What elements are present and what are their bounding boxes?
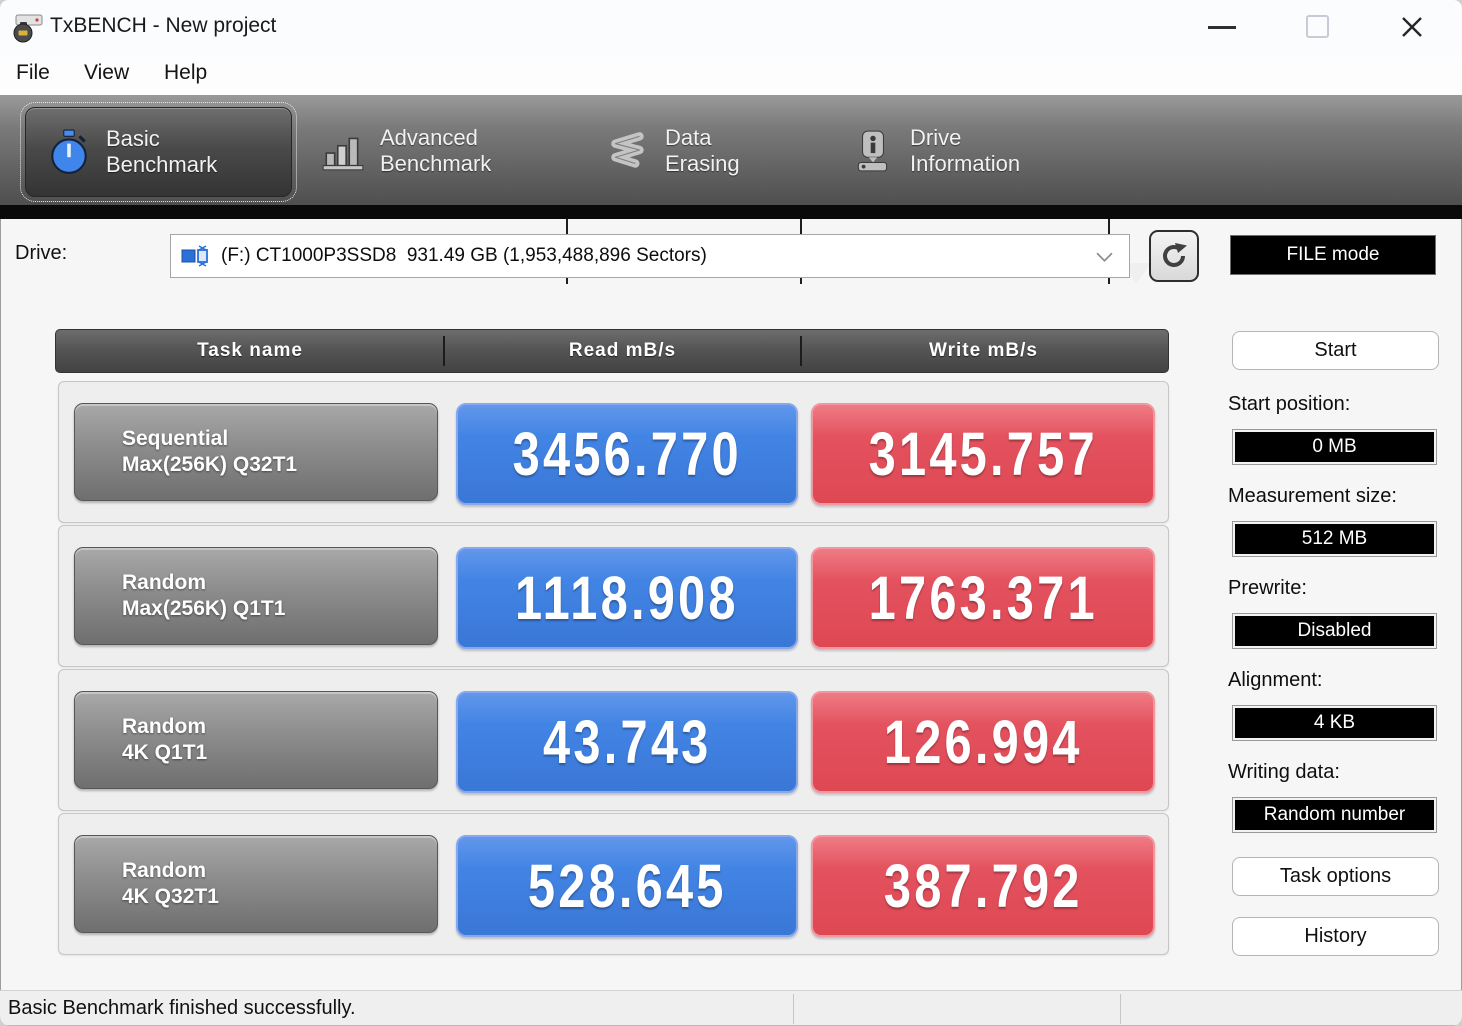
tab-label: Advanced Benchmark <box>380 125 491 177</box>
read-value: 43.743 <box>456 691 798 793</box>
write-value: 126.994 <box>811 691 1155 793</box>
field-value-measurement-size[interactable]: 512 MB <box>1232 521 1437 557</box>
field-value-alignment[interactable]: 4 KB <box>1232 705 1437 741</box>
toolbar: Basic Benchmark Advanced Benchmark D <box>0 95 1462 205</box>
chevron-down-icon <box>1096 252 1113 262</box>
read-value-text: 528.645 <box>528 851 727 921</box>
table-row: Random 4K Q32T1 528.645 387.792 <box>58 813 1169 955</box>
drive-label: Drive: <box>15 242 67 265</box>
header-task-name: Task name <box>56 340 444 362</box>
task-name-button[interactable]: Sequential Max(256K) Q32T1 <box>74 403 438 501</box>
tab-label: Data Erasing <box>665 125 785 177</box>
write-value-text: 126.994 <box>884 707 1083 777</box>
field-value-writing-data[interactable]: Random number <box>1232 797 1437 833</box>
header-separator <box>800 336 802 366</box>
refresh-icon <box>1159 241 1189 271</box>
history-button[interactable]: History <box>1232 917 1439 956</box>
task-name-button[interactable]: Random 4K Q32T1 <box>74 835 438 933</box>
field-value-prewrite[interactable]: Disabled <box>1232 613 1437 649</box>
title-bar: TxBENCH - New project <box>0 0 1462 55</box>
menu-item-view[interactable]: View <box>84 61 129 85</box>
header-separator <box>443 336 445 366</box>
drive-select[interactable]: (F:) CT1000P3SSD8 931.49 GB (1,953,488,8… <box>170 234 1130 278</box>
read-value-text: 1118.908 <box>515 563 739 633</box>
write-value-text: 3145.757 <box>868 419 1097 489</box>
field-value-start-position[interactable]: 0 MB <box>1232 429 1437 465</box>
status-bar-separator <box>1120 994 1121 1024</box>
start-button[interactable]: Start <box>1232 331 1439 370</box>
tab-label: Drive Information <box>910 125 1020 177</box>
read-value-text: 43.743 <box>543 707 711 777</box>
eraser-icon <box>605 128 651 174</box>
bar-chart-icon <box>320 128 366 174</box>
task-line2: 4K Q32T1 <box>122 884 437 910</box>
task-name-button[interactable]: Random Max(256K) Q1T1 <box>74 547 438 645</box>
task-line2: 4K Q1T1 <box>122 740 437 766</box>
application-window: TxBENCH - New project File View Help Bas… <box>0 0 1462 1026</box>
task-line1: Random <box>122 858 437 884</box>
read-value: 3456.770 <box>456 403 798 505</box>
close-button[interactable] <box>1397 12 1427 42</box>
header-read: Read mB/s <box>444 340 801 362</box>
drive-select-value: (F:) CT1000P3SSD8 931.49 GB (1,953,488,8… <box>221 245 707 267</box>
tab-label-line1: Data Erasing <box>665 125 785 177</box>
tab-label-line2: Information <box>910 151 1020 177</box>
menu-bar: File View Help <box>0 55 1462 95</box>
header-write: Write mB/s <box>801 340 1166 362</box>
status-bar-separator <box>793 994 794 1024</box>
write-value: 3145.757 <box>811 403 1155 505</box>
task-line1: Random <box>122 714 437 740</box>
tab-advanced-benchmark[interactable]: Advanced Benchmark <box>300 107 550 195</box>
task-options-button[interactable]: Task options <box>1232 857 1439 896</box>
tab-drive-information[interactable]: Drive Information <box>830 107 1095 195</box>
refresh-button[interactable] <box>1149 230 1199 282</box>
status-message: Basic Benchmark finished successfully. <box>8 997 356 1020</box>
task-line2: Max(256K) Q32T1 <box>122 452 437 478</box>
task-line1: Sequential <box>122 426 437 452</box>
maximize-button[interactable] <box>1306 15 1329 38</box>
field-label-writing-data: Writing data: <box>1228 761 1340 784</box>
window-title: TxBENCH - New project <box>50 14 276 38</box>
minimize-button[interactable] <box>1208 26 1236 29</box>
field-label-start-position: Start position: <box>1228 393 1350 416</box>
tab-label: Basic Benchmark <box>106 126 217 178</box>
tab-label-line1: Advanced <box>380 125 491 151</box>
app-icon <box>12 13 44 43</box>
task-line1: Random <box>122 570 437 596</box>
table-row: Sequential Max(256K) Q32T1 3456.770 3145… <box>58 381 1169 523</box>
file-mode-button[interactable]: FILE mode <box>1230 235 1436 275</box>
field-label-measurement-size: Measurement size: <box>1228 485 1397 508</box>
write-value-text: 1763.371 <box>868 563 1097 633</box>
read-value-text: 3456.770 <box>512 419 741 489</box>
read-value: 1118.908 <box>456 547 798 649</box>
tab-basic-benchmark[interactable]: Basic Benchmark <box>25 107 292 197</box>
menu-item-help[interactable]: Help <box>164 61 207 85</box>
write-value: 1763.371 <box>811 547 1155 649</box>
task-line2: Max(256K) Q1T1 <box>122 596 437 622</box>
toolbar-bottom-strip <box>0 205 1462 219</box>
tab-label-line1: Basic <box>106 126 217 152</box>
tab-label-line2: Benchmark <box>106 152 217 178</box>
menu-item-file[interactable]: File <box>16 61 50 85</box>
task-name-button[interactable]: Random 4K Q1T1 <box>74 691 438 789</box>
tab-label-line1: Drive <box>910 125 1020 151</box>
write-value-text: 387.792 <box>884 851 1083 921</box>
tab-data-erasing[interactable]: Data Erasing <box>585 107 785 195</box>
tab-label-line2: Benchmark <box>380 151 491 177</box>
table-header: Task name Read mB/s Write mB/s <box>55 329 1169 373</box>
write-value: 387.792 <box>811 835 1155 937</box>
field-label-alignment: Alignment: <box>1228 669 1323 692</box>
table-row: Random Max(256K) Q1T1 1118.908 1763.371 <box>58 525 1169 667</box>
field-label-prewrite: Prewrite: <box>1228 577 1307 600</box>
stopwatch-icon <box>46 129 92 175</box>
status-bar: Basic Benchmark finished successfully. <box>0 990 1462 1026</box>
table-row: Random 4K Q1T1 43.743 126.994 <box>58 669 1169 811</box>
drive-icon <box>181 244 213 268</box>
drive-info-icon <box>850 128 896 174</box>
read-value: 528.645 <box>456 835 798 937</box>
